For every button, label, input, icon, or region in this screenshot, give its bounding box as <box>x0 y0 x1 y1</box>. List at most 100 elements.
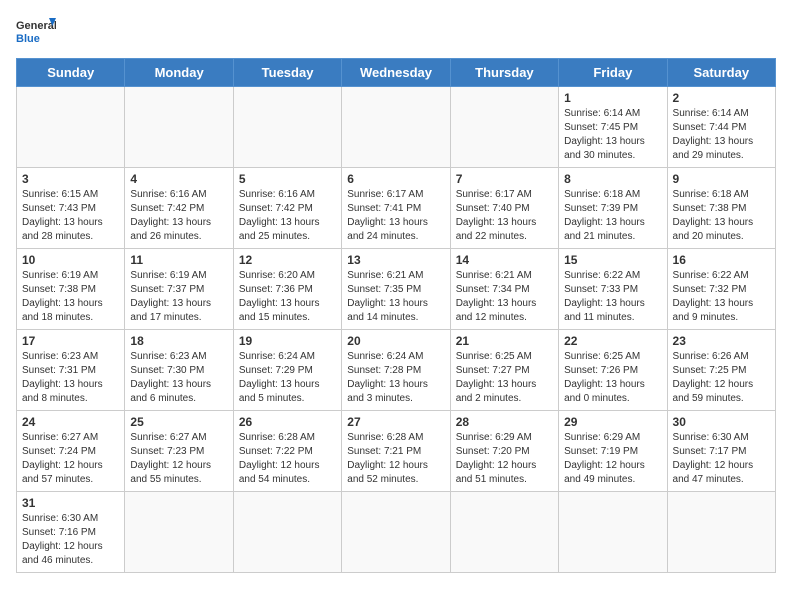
weekday-header-monday: Monday <box>125 59 233 87</box>
calendar-cell: 7Sunrise: 6:17 AM Sunset: 7:40 PM Daylig… <box>450 168 558 249</box>
weekday-header-wednesday: Wednesday <box>342 59 450 87</box>
calendar-cell: 5 Sunrise: 6:16 AM Sunset: 7:42 PM Daylig… <box>233 168 341 249</box>
weekday-header-saturday: Saturday <box>667 59 775 87</box>
weekday-header-sunday: Sunday <box>17 59 125 87</box>
day-number: 15 <box>564 253 661 267</box>
day-info: Sunrise: 6:17 AM Sunset: 7:40 PM Dayligh… <box>456 188 553 244</box>
day-info: Sunrise: 6:14 AM Sunset: 7:45 PM Dayligh… <box>564 107 661 163</box>
day-number: 22 <box>564 334 661 348</box>
day-number: 6 <box>347 172 444 186</box>
day-info: Sunrise: 6:30 AM Sunset: 7:17 PM Dayligh… <box>673 431 770 487</box>
calendar-cell: 20 Sunrise: 6:24 AM Sunset: 7:28 PM Dayli… <box>342 330 450 411</box>
calendar-cell <box>450 87 558 168</box>
calendar-cell: 16 Sunrise: 6:22 AM Sunset: 7:32 PM Dayli… <box>667 249 775 330</box>
weekday-header-thursday: Thursday <box>450 59 558 87</box>
calendar-cell: 17 Sunrise: 6:23 AM Sunset: 7:31 PM Dayli… <box>17 330 125 411</box>
day-number: 23 <box>673 334 770 348</box>
calendar-cell: 24Sunrise: 6:27 AM Sunset: 7:24 PM Dayli… <box>17 411 125 492</box>
calendar-cell: 22 Sunrise: 6:25 AM Sunset: 7:26 PM Dayli… <box>559 330 667 411</box>
day-info: Sunrise: 6:29 AM Sunset: 7:20 PM Dayligh… <box>456 431 553 487</box>
svg-text:Blue: Blue <box>16 33 40 45</box>
day-info: Sunrise: 6:27 AM Sunset: 7:24 PM Dayligh… <box>22 431 119 487</box>
calendar-cell: 28 Sunrise: 6:29 AM Sunset: 7:20 PM Dayli… <box>450 411 558 492</box>
calendar-cell: 13Sunrise: 6:21 AM Sunset: 7:35 PM Dayli… <box>342 249 450 330</box>
calendar-cell <box>17 87 125 168</box>
calendar-cell: 30 Sunrise: 6:30 AM Sunset: 7:17 PM Dayli… <box>667 411 775 492</box>
calendar-cell: 26Sunrise: 6:28 AM Sunset: 7:22 PM Dayli… <box>233 411 341 492</box>
day-info: Sunrise: 6:28 AM Sunset: 7:21 PM Dayligh… <box>347 431 444 487</box>
calendar-cell: 15 Sunrise: 6:22 AM Sunset: 7:33 PM Dayli… <box>559 249 667 330</box>
day-number: 8 <box>564 172 661 186</box>
day-info: Sunrise: 6:25 AM Sunset: 7:27 PM Dayligh… <box>456 350 553 406</box>
day-info: Sunrise: 6:19 AM Sunset: 7:37 PM Dayligh… <box>130 269 227 325</box>
calendar-cell <box>233 492 341 573</box>
week-row-3: 17 Sunrise: 6:23 AM Sunset: 7:31 PM Dayli… <box>17 330 776 411</box>
logo-svg: General Blue <box>16 16 56 48</box>
day-number: 21 <box>456 334 553 348</box>
calendar-cell: 31 Sunrise: 6:30 AM Sunset: 7:16 PM Dayli… <box>17 492 125 573</box>
day-number: 20 <box>347 334 444 348</box>
logo: General Blue <box>16 16 56 48</box>
calendar-cell: 11 Sunrise: 6:19 AM Sunset: 7:37 PM Dayli… <box>125 249 233 330</box>
calendar-cell: 14 Sunrise: 6:21 AM Sunset: 7:34 PM Dayli… <box>450 249 558 330</box>
day-info: Sunrise: 6:22 AM Sunset: 7:33 PM Dayligh… <box>564 269 661 325</box>
weekday-header-friday: Friday <box>559 59 667 87</box>
day-number: 17 <box>22 334 119 348</box>
day-info: Sunrise: 6:16 AM Sunset: 7:42 PM Dayligh… <box>130 188 227 244</box>
day-info: Sunrise: 6:20 AM Sunset: 7:36 PM Dayligh… <box>239 269 336 325</box>
day-info: Sunrise: 6:16 AM Sunset: 7:42 PM Dayligh… <box>239 188 336 244</box>
day-info: Sunrise: 6:22 AM Sunset: 7:32 PM Dayligh… <box>673 269 770 325</box>
calendar-cell <box>233 87 341 168</box>
day-info: Sunrise: 6:24 AM Sunset: 7:29 PM Dayligh… <box>239 350 336 406</box>
day-number: 18 <box>130 334 227 348</box>
day-info: Sunrise: 6:18 AM Sunset: 7:39 PM Dayligh… <box>564 188 661 244</box>
calendar-cell: 10Sunrise: 6:19 AM Sunset: 7:38 PM Dayli… <box>17 249 125 330</box>
day-info: Sunrise: 6:30 AM Sunset: 7:16 PM Dayligh… <box>22 512 119 568</box>
day-number: 1 <box>564 91 661 105</box>
calendar-cell: 25Sunrise: 6:27 AM Sunset: 7:23 PM Dayli… <box>125 411 233 492</box>
day-number: 5 <box>239 172 336 186</box>
svg-text:General: General <box>16 20 56 32</box>
calendar-cell <box>125 87 233 168</box>
day-number: 2 <box>673 91 770 105</box>
week-row-2: 10Sunrise: 6:19 AM Sunset: 7:38 PM Dayli… <box>17 249 776 330</box>
day-number: 19 <box>239 334 336 348</box>
day-number: 14 <box>456 253 553 267</box>
day-info: Sunrise: 6:14 AM Sunset: 7:44 PM Dayligh… <box>673 107 770 163</box>
day-info: Sunrise: 6:24 AM Sunset: 7:28 PM Dayligh… <box>347 350 444 406</box>
day-info: Sunrise: 6:26 AM Sunset: 7:25 PM Dayligh… <box>673 350 770 406</box>
calendar-cell <box>125 492 233 573</box>
day-info: Sunrise: 6:18 AM Sunset: 7:38 PM Dayligh… <box>673 188 770 244</box>
day-number: 11 <box>130 253 227 267</box>
day-number: 27 <box>347 415 444 429</box>
calendar-cell: 21 Sunrise: 6:25 AM Sunset: 7:27 PM Dayli… <box>450 330 558 411</box>
day-number: 31 <box>22 496 119 510</box>
calendar-cell: 29Sunrise: 6:29 AM Sunset: 7:19 PM Dayli… <box>559 411 667 492</box>
day-number: 12 <box>239 253 336 267</box>
weekday-header-tuesday: Tuesday <box>233 59 341 87</box>
calendar-cell: 9Sunrise: 6:18 AM Sunset: 7:38 PM Daylig… <box>667 168 775 249</box>
calendar-cell: 6 Sunrise: 6:17 AM Sunset: 7:41 PM Daylig… <box>342 168 450 249</box>
day-info: Sunrise: 6:25 AM Sunset: 7:26 PM Dayligh… <box>564 350 661 406</box>
day-number: 30 <box>673 415 770 429</box>
week-row-1: 3Sunrise: 6:15 AM Sunset: 7:43 PM Daylig… <box>17 168 776 249</box>
day-info: Sunrise: 6:21 AM Sunset: 7:34 PM Dayligh… <box>456 269 553 325</box>
day-number: 28 <box>456 415 553 429</box>
day-number: 26 <box>239 415 336 429</box>
day-info: Sunrise: 6:29 AM Sunset: 7:19 PM Dayligh… <box>564 431 661 487</box>
day-number: 3 <box>22 172 119 186</box>
day-info: Sunrise: 6:23 AM Sunset: 7:30 PM Dayligh… <box>130 350 227 406</box>
calendar-cell: 12 Sunrise: 6:20 AM Sunset: 7:36 PM Dayli… <box>233 249 341 330</box>
calendar-cell: 1 Sunrise: 6:14 AM Sunset: 7:45 PM Daylig… <box>559 87 667 168</box>
day-info: Sunrise: 6:23 AM Sunset: 7:31 PM Dayligh… <box>22 350 119 406</box>
calendar-cell: 8 Sunrise: 6:18 AM Sunset: 7:39 PM Daylig… <box>559 168 667 249</box>
header: General Blue <box>16 16 776 48</box>
calendar-cell <box>559 492 667 573</box>
day-number: 10 <box>22 253 119 267</box>
week-row-4: 24Sunrise: 6:27 AM Sunset: 7:24 PM Dayli… <box>17 411 776 492</box>
calendar-cell: 23 Sunrise: 6:26 AM Sunset: 7:25 PM Dayli… <box>667 330 775 411</box>
week-row-5: 31 Sunrise: 6:30 AM Sunset: 7:16 PM Dayli… <box>17 492 776 573</box>
day-number: 4 <box>130 172 227 186</box>
day-info: Sunrise: 6:17 AM Sunset: 7:41 PM Dayligh… <box>347 188 444 244</box>
day-number: 16 <box>673 253 770 267</box>
